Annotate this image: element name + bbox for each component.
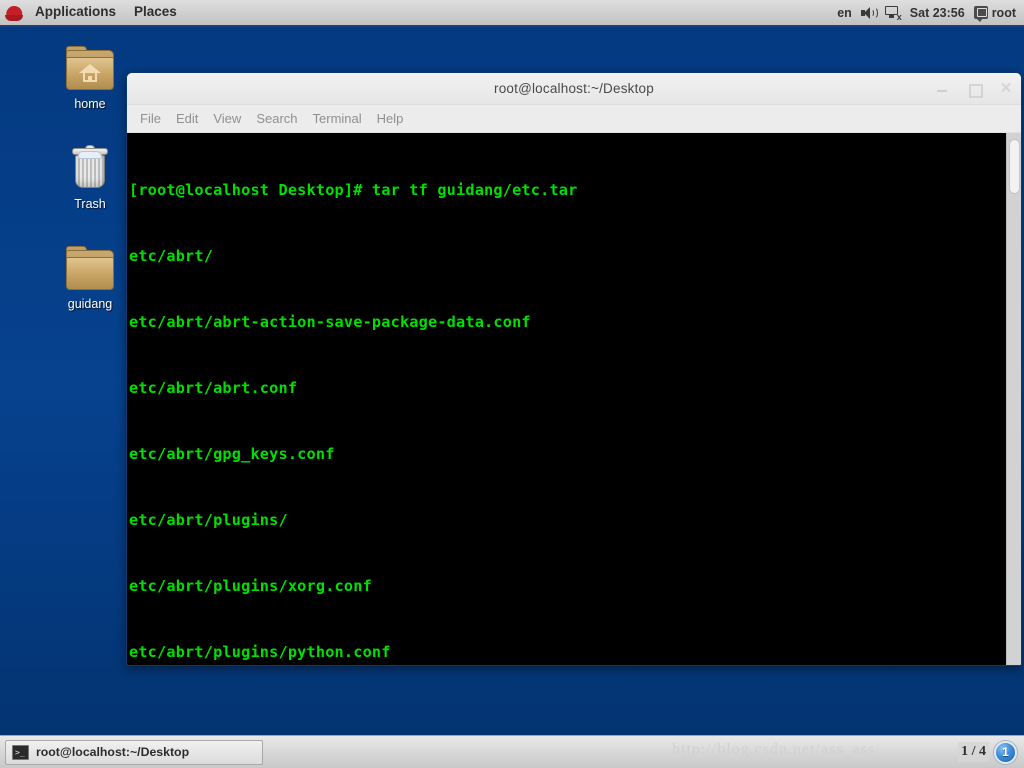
- window-controls: ✕: [935, 73, 1013, 105]
- workspace-switcher[interactable]: 1 / 4 1: [958, 740, 1024, 764]
- terminal-title: root@localhost:~/Desktop: [494, 81, 654, 96]
- trash-icon: [64, 145, 116, 194]
- user-icon: [973, 6, 988, 22]
- workspace-current-badge[interactable]: 1: [994, 740, 1017, 764]
- folder-icon: [64, 246, 116, 294]
- maximize-icon[interactable]: [967, 82, 983, 98]
- menu-terminal[interactable]: Terminal: [313, 107, 373, 130]
- menu-edit[interactable]: Edit: [176, 107, 209, 130]
- terminal-window[interactable]: root@localhost:~/Desktop ✕ File Edit Vie…: [126, 72, 1022, 666]
- terminal-line: etc/abrt/abrt-action-save-package-data.c…: [129, 313, 531, 331]
- terminal-title-bar[interactable]: root@localhost:~/Desktop ✕: [127, 73, 1021, 105]
- terminal-icon: [12, 744, 29, 760]
- network-disconnected-icon[interactable]: x: [884, 5, 902, 21]
- desktop-icon-label: Trash: [74, 197, 106, 211]
- close-icon[interactable]: ✕: [999, 81, 1013, 96]
- keyboard-layout-indicator[interactable]: en: [837, 6, 852, 20]
- scrollbar-thumb[interactable]: [1009, 139, 1020, 194]
- desktop-screen: Applications Places en x Sat 23:56 root: [0, 0, 1024, 768]
- desktop-icon-home[interactable]: home: [42, 46, 138, 113]
- menu-places[interactable]: Places: [125, 1, 186, 24]
- home-folder-icon: [64, 46, 116, 94]
- terminal-line: etc/abrt/abrt.conf: [129, 379, 298, 397]
- minimize-icon[interactable]: [935, 82, 949, 96]
- terminal-line: etc/abrt/plugins/xorg.conf: [129, 577, 372, 595]
- menu-search[interactable]: Search: [256, 107, 308, 130]
- terminal-line: etc/abrt/gpg_keys.conf: [129, 445, 335, 463]
- terminal-line: etc/abrt/plugins/: [129, 511, 288, 529]
- clock[interactable]: Sat 23:56: [910, 6, 965, 20]
- menu-file[interactable]: File: [140, 107, 172, 130]
- user-menu[interactable]: root: [973, 5, 1016, 22]
- desktop-icon-label: guidang: [67, 297, 113, 311]
- speaker-icon[interactable]: [860, 6, 878, 20]
- terminal-line: etc/abrt/: [129, 247, 214, 265]
- redhat-logo-icon: [5, 4, 23, 22]
- terminal-line: [root@localhost Desktop]# tar tf guidang…: [129, 181, 578, 199]
- terminal-content-area[interactable]: [root@localhost Desktop]# tar tf guidang…: [127, 133, 1021, 665]
- terminal-menu-bar: File Edit View Search Terminal Help: [127, 105, 1021, 133]
- terminal-line: etc/abrt/plugins/python.conf: [129, 643, 391, 661]
- workspace-count: 1 / 4: [958, 742, 989, 762]
- top-panel: Applications Places en x Sat 23:56 root: [0, 0, 1024, 27]
- user-name: root: [991, 5, 1016, 20]
- menu-applications[interactable]: Applications: [26, 1, 125, 24]
- taskbar-item-label: root@localhost:~/Desktop: [36, 745, 190, 759]
- terminal-output[interactable]: [root@localhost Desktop]# tar tf guidang…: [127, 133, 1006, 665]
- desktop-icon-label: home: [74, 97, 106, 111]
- menu-view[interactable]: View: [213, 107, 252, 130]
- terminal-scrollbar[interactable]: [1006, 133, 1021, 665]
- system-tray: en x Sat 23:56 root: [837, 5, 1024, 22]
- top-panel-left: Applications Places: [0, 1, 186, 24]
- bottom-panel: root@localhost:~/Desktop 1 / 4 1: [0, 735, 1024, 768]
- desktop-icon-guidang[interactable]: guidang: [42, 246, 138, 313]
- menu-help[interactable]: Help: [377, 107, 415, 130]
- taskbar-item-terminal[interactable]: root@localhost:~/Desktop: [5, 739, 263, 765]
- desktop-icon-trash[interactable]: Trash: [42, 145, 138, 213]
